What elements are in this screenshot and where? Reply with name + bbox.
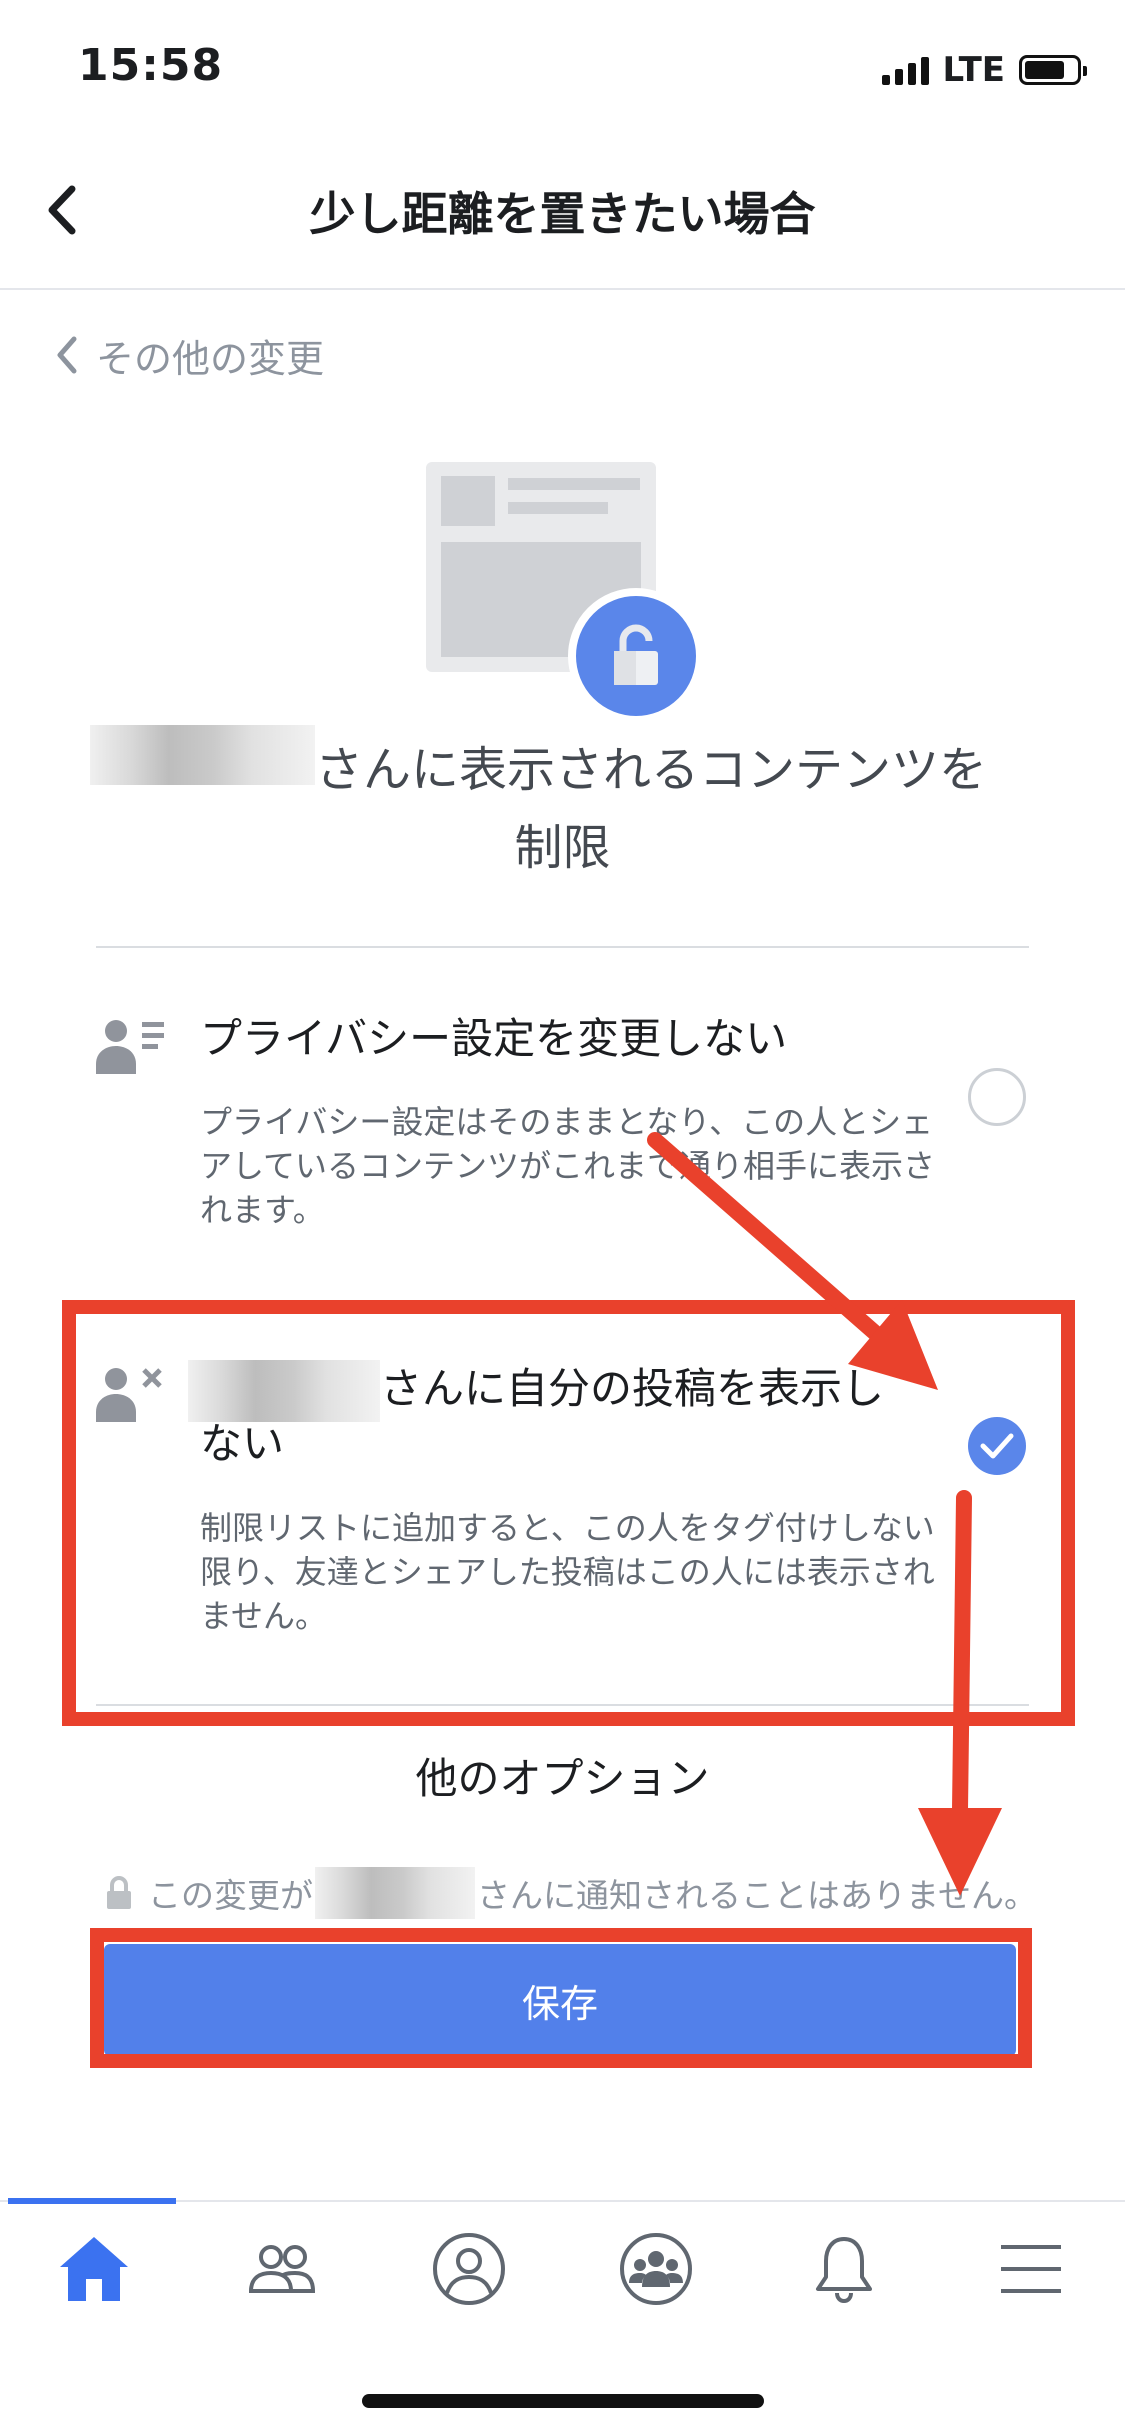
annotation-arrows [647, 1132, 1002, 1896]
notifications-icon [815, 2237, 872, 2304]
home-icon [59, 2237, 128, 2301]
nav-notifications[interactable] [784, 2219, 904, 2319]
nav-home[interactable] [34, 2219, 154, 2319]
home-indicator [362, 2394, 764, 2408]
nav-friends[interactable] [221, 2219, 341, 2319]
annotation-arrowhead [918, 1808, 1002, 1896]
nav-menu[interactable] [971, 2219, 1091, 2319]
annotation-arrow-line [952, 1490, 972, 1818]
nav-groups[interactable] [596, 2219, 716, 2319]
friends-icon [249, 2245, 316, 2293]
menu-icon [1001, 2245, 1062, 2293]
groups-icon [620, 2233, 693, 2305]
annotation-arrow-line [647, 1132, 898, 1354]
nav-profile[interactable] [409, 2219, 529, 2319]
bottom-nav [0, 2214, 1125, 2324]
nav-active-indicator [8, 2198, 176, 2204]
profile-icon [432, 2233, 505, 2305]
